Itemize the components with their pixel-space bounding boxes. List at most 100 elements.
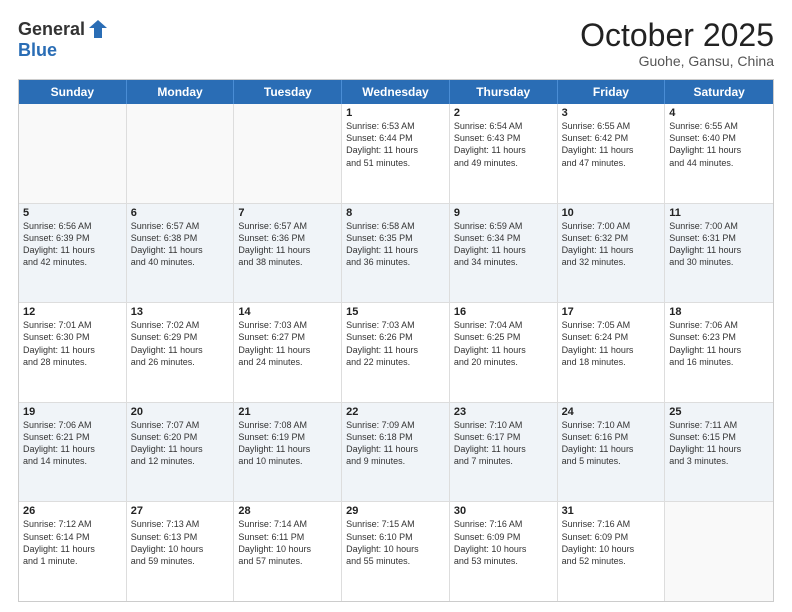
cal-cell-r1-c1: 6Sunrise: 6:57 AM Sunset: 6:38 PM Daylig… bbox=[127, 204, 235, 303]
cal-cell-r3-c3: 22Sunrise: 7:09 AM Sunset: 6:18 PM Dayli… bbox=[342, 403, 450, 502]
cal-cell-r3-c2: 21Sunrise: 7:08 AM Sunset: 6:19 PM Dayli… bbox=[234, 403, 342, 502]
cell-text-r3-c2: Sunrise: 7:08 AM Sunset: 6:19 PM Dayligh… bbox=[238, 419, 337, 468]
day-number-4: 4 bbox=[669, 107, 769, 119]
cell-text-r1-c4: Sunrise: 6:59 AM Sunset: 6:34 PM Dayligh… bbox=[454, 220, 553, 269]
calendar: Sunday Monday Tuesday Wednesday Thursday… bbox=[18, 79, 774, 602]
cal-cell-r3-c1: 20Sunrise: 7:07 AM Sunset: 6:20 PM Dayli… bbox=[127, 403, 235, 502]
cal-cell-r1-c4: 9Sunrise: 6:59 AM Sunset: 6:34 PM Daylig… bbox=[450, 204, 558, 303]
cell-text-r0-c4: Sunrise: 6:54 AM Sunset: 6:43 PM Dayligh… bbox=[454, 120, 553, 169]
day-number-7: 7 bbox=[238, 207, 337, 219]
month-title: October 2025 bbox=[580, 18, 774, 53]
calendar-header: Sunday Monday Tuesday Wednesday Thursday… bbox=[19, 80, 773, 104]
cal-cell-r4-c0: 26Sunrise: 7:12 AM Sunset: 6:14 PM Dayli… bbox=[19, 502, 127, 601]
day-number-8: 8 bbox=[346, 207, 445, 219]
cell-text-r0-c3: Sunrise: 6:53 AM Sunset: 6:44 PM Dayligh… bbox=[346, 120, 445, 169]
cal-cell-r0-c4: 2Sunrise: 6:54 AM Sunset: 6:43 PM Daylig… bbox=[450, 104, 558, 203]
cal-cell-r0-c2 bbox=[234, 104, 342, 203]
cell-text-r0-c6: Sunrise: 6:55 AM Sunset: 6:40 PM Dayligh… bbox=[669, 120, 769, 169]
cal-cell-r0-c5: 3Sunrise: 6:55 AM Sunset: 6:42 PM Daylig… bbox=[558, 104, 666, 203]
day-number-28: 28 bbox=[238, 505, 337, 517]
cell-text-r4-c1: Sunrise: 7:13 AM Sunset: 6:13 PM Dayligh… bbox=[131, 518, 230, 567]
cell-text-r1-c1: Sunrise: 6:57 AM Sunset: 6:38 PM Dayligh… bbox=[131, 220, 230, 269]
header: General Blue October 2025 Guohe, Gansu, … bbox=[18, 18, 774, 69]
cal-cell-r2-c4: 16Sunrise: 7:04 AM Sunset: 6:25 PM Dayli… bbox=[450, 303, 558, 402]
cell-text-r2-c6: Sunrise: 7:06 AM Sunset: 6:23 PM Dayligh… bbox=[669, 319, 769, 368]
day-number-25: 25 bbox=[669, 406, 769, 418]
cal-cell-r0-c6: 4Sunrise: 6:55 AM Sunset: 6:40 PM Daylig… bbox=[665, 104, 773, 203]
cal-cell-r2-c1: 13Sunrise: 7:02 AM Sunset: 6:29 PM Dayli… bbox=[127, 303, 235, 402]
cell-text-r2-c1: Sunrise: 7:02 AM Sunset: 6:29 PM Dayligh… bbox=[131, 319, 230, 368]
day-number-23: 23 bbox=[454, 406, 553, 418]
cal-cell-r4-c4: 30Sunrise: 7:16 AM Sunset: 6:09 PM Dayli… bbox=[450, 502, 558, 601]
cell-text-r2-c2: Sunrise: 7:03 AM Sunset: 6:27 PM Dayligh… bbox=[238, 319, 337, 368]
cell-text-r2-c0: Sunrise: 7:01 AM Sunset: 6:30 PM Dayligh… bbox=[23, 319, 122, 368]
day-number-26: 26 bbox=[23, 505, 122, 517]
cal-cell-r4-c3: 29Sunrise: 7:15 AM Sunset: 6:10 PM Dayli… bbox=[342, 502, 450, 601]
cal-cell-r3-c0: 19Sunrise: 7:06 AM Sunset: 6:21 PM Dayli… bbox=[19, 403, 127, 502]
day-number-21: 21 bbox=[238, 406, 337, 418]
day-number-15: 15 bbox=[346, 306, 445, 318]
cell-text-r2-c3: Sunrise: 7:03 AM Sunset: 6:26 PM Dayligh… bbox=[346, 319, 445, 368]
cal-cell-r2-c3: 15Sunrise: 7:03 AM Sunset: 6:26 PM Dayli… bbox=[342, 303, 450, 402]
day-number-6: 6 bbox=[131, 207, 230, 219]
page: General Blue October 2025 Guohe, Gansu, … bbox=[0, 0, 792, 612]
day-number-3: 3 bbox=[562, 107, 661, 119]
cell-text-r4-c4: Sunrise: 7:16 AM Sunset: 6:09 PM Dayligh… bbox=[454, 518, 553, 567]
cal-cell-r2-c5: 17Sunrise: 7:05 AM Sunset: 6:24 PM Dayli… bbox=[558, 303, 666, 402]
cell-text-r1-c5: Sunrise: 7:00 AM Sunset: 6:32 PM Dayligh… bbox=[562, 220, 661, 269]
calendar-row-4: 26Sunrise: 7:12 AM Sunset: 6:14 PM Dayli… bbox=[19, 501, 773, 601]
day-number-14: 14 bbox=[238, 306, 337, 318]
cell-text-r3-c1: Sunrise: 7:07 AM Sunset: 6:20 PM Dayligh… bbox=[131, 419, 230, 468]
cal-cell-r3-c6: 25Sunrise: 7:11 AM Sunset: 6:15 PM Dayli… bbox=[665, 403, 773, 502]
header-wednesday: Wednesday bbox=[342, 80, 450, 104]
cal-cell-r0-c0 bbox=[19, 104, 127, 203]
day-number-1: 1 bbox=[346, 107, 445, 119]
cal-cell-r2-c2: 14Sunrise: 7:03 AM Sunset: 6:27 PM Dayli… bbox=[234, 303, 342, 402]
calendar-body: 1Sunrise: 6:53 AM Sunset: 6:44 PM Daylig… bbox=[19, 104, 773, 601]
cal-cell-r1-c2: 7Sunrise: 6:57 AM Sunset: 6:36 PM Daylig… bbox=[234, 204, 342, 303]
logo-bird-icon bbox=[87, 18, 109, 40]
cell-text-r3-c3: Sunrise: 7:09 AM Sunset: 6:18 PM Dayligh… bbox=[346, 419, 445, 468]
cal-cell-r4-c2: 28Sunrise: 7:14 AM Sunset: 6:11 PM Dayli… bbox=[234, 502, 342, 601]
day-number-31: 31 bbox=[562, 505, 661, 517]
cell-text-r1-c6: Sunrise: 7:00 AM Sunset: 6:31 PM Dayligh… bbox=[669, 220, 769, 269]
day-number-10: 10 bbox=[562, 207, 661, 219]
cell-text-r4-c3: Sunrise: 7:15 AM Sunset: 6:10 PM Dayligh… bbox=[346, 518, 445, 567]
calendar-row-3: 19Sunrise: 7:06 AM Sunset: 6:21 PM Dayli… bbox=[19, 402, 773, 502]
cell-text-r2-c5: Sunrise: 7:05 AM Sunset: 6:24 PM Dayligh… bbox=[562, 319, 661, 368]
header-saturday: Saturday bbox=[665, 80, 773, 104]
cal-cell-r1-c5: 10Sunrise: 7:00 AM Sunset: 6:32 PM Dayli… bbox=[558, 204, 666, 303]
cal-cell-r4-c5: 31Sunrise: 7:16 AM Sunset: 6:09 PM Dayli… bbox=[558, 502, 666, 601]
cal-cell-r0-c3: 1Sunrise: 6:53 AM Sunset: 6:44 PM Daylig… bbox=[342, 104, 450, 203]
header-tuesday: Tuesday bbox=[234, 80, 342, 104]
day-number-16: 16 bbox=[454, 306, 553, 318]
day-number-20: 20 bbox=[131, 406, 230, 418]
cal-cell-r2-c6: 18Sunrise: 7:06 AM Sunset: 6:23 PM Dayli… bbox=[665, 303, 773, 402]
cal-cell-r0-c1 bbox=[127, 104, 235, 203]
day-number-12: 12 bbox=[23, 306, 122, 318]
day-number-27: 27 bbox=[131, 505, 230, 517]
cal-cell-r4-c6 bbox=[665, 502, 773, 601]
day-number-13: 13 bbox=[131, 306, 230, 318]
cell-text-r4-c0: Sunrise: 7:12 AM Sunset: 6:14 PM Dayligh… bbox=[23, 518, 122, 567]
logo-general-text: General bbox=[18, 19, 85, 40]
day-number-19: 19 bbox=[23, 406, 122, 418]
cell-text-r3-c6: Sunrise: 7:11 AM Sunset: 6:15 PM Dayligh… bbox=[669, 419, 769, 468]
day-number-29: 29 bbox=[346, 505, 445, 517]
header-thursday: Thursday bbox=[450, 80, 558, 104]
cal-cell-r1-c0: 5Sunrise: 6:56 AM Sunset: 6:39 PM Daylig… bbox=[19, 204, 127, 303]
day-number-9: 9 bbox=[454, 207, 553, 219]
cell-text-r3-c4: Sunrise: 7:10 AM Sunset: 6:17 PM Dayligh… bbox=[454, 419, 553, 468]
calendar-row-1: 5Sunrise: 6:56 AM Sunset: 6:39 PM Daylig… bbox=[19, 203, 773, 303]
day-number-5: 5 bbox=[23, 207, 122, 219]
cal-cell-r1-c6: 11Sunrise: 7:00 AM Sunset: 6:31 PM Dayli… bbox=[665, 204, 773, 303]
header-monday: Monday bbox=[127, 80, 235, 104]
day-number-11: 11 bbox=[669, 207, 769, 219]
cal-cell-r2-c0: 12Sunrise: 7:01 AM Sunset: 6:30 PM Dayli… bbox=[19, 303, 127, 402]
cell-text-r1-c0: Sunrise: 6:56 AM Sunset: 6:39 PM Dayligh… bbox=[23, 220, 122, 269]
cell-text-r3-c0: Sunrise: 7:06 AM Sunset: 6:21 PM Dayligh… bbox=[23, 419, 122, 468]
cell-text-r1-c2: Sunrise: 6:57 AM Sunset: 6:36 PM Dayligh… bbox=[238, 220, 337, 269]
day-number-22: 22 bbox=[346, 406, 445, 418]
cell-text-r4-c2: Sunrise: 7:14 AM Sunset: 6:11 PM Dayligh… bbox=[238, 518, 337, 567]
title-area: October 2025 Guohe, Gansu, China bbox=[580, 18, 774, 69]
